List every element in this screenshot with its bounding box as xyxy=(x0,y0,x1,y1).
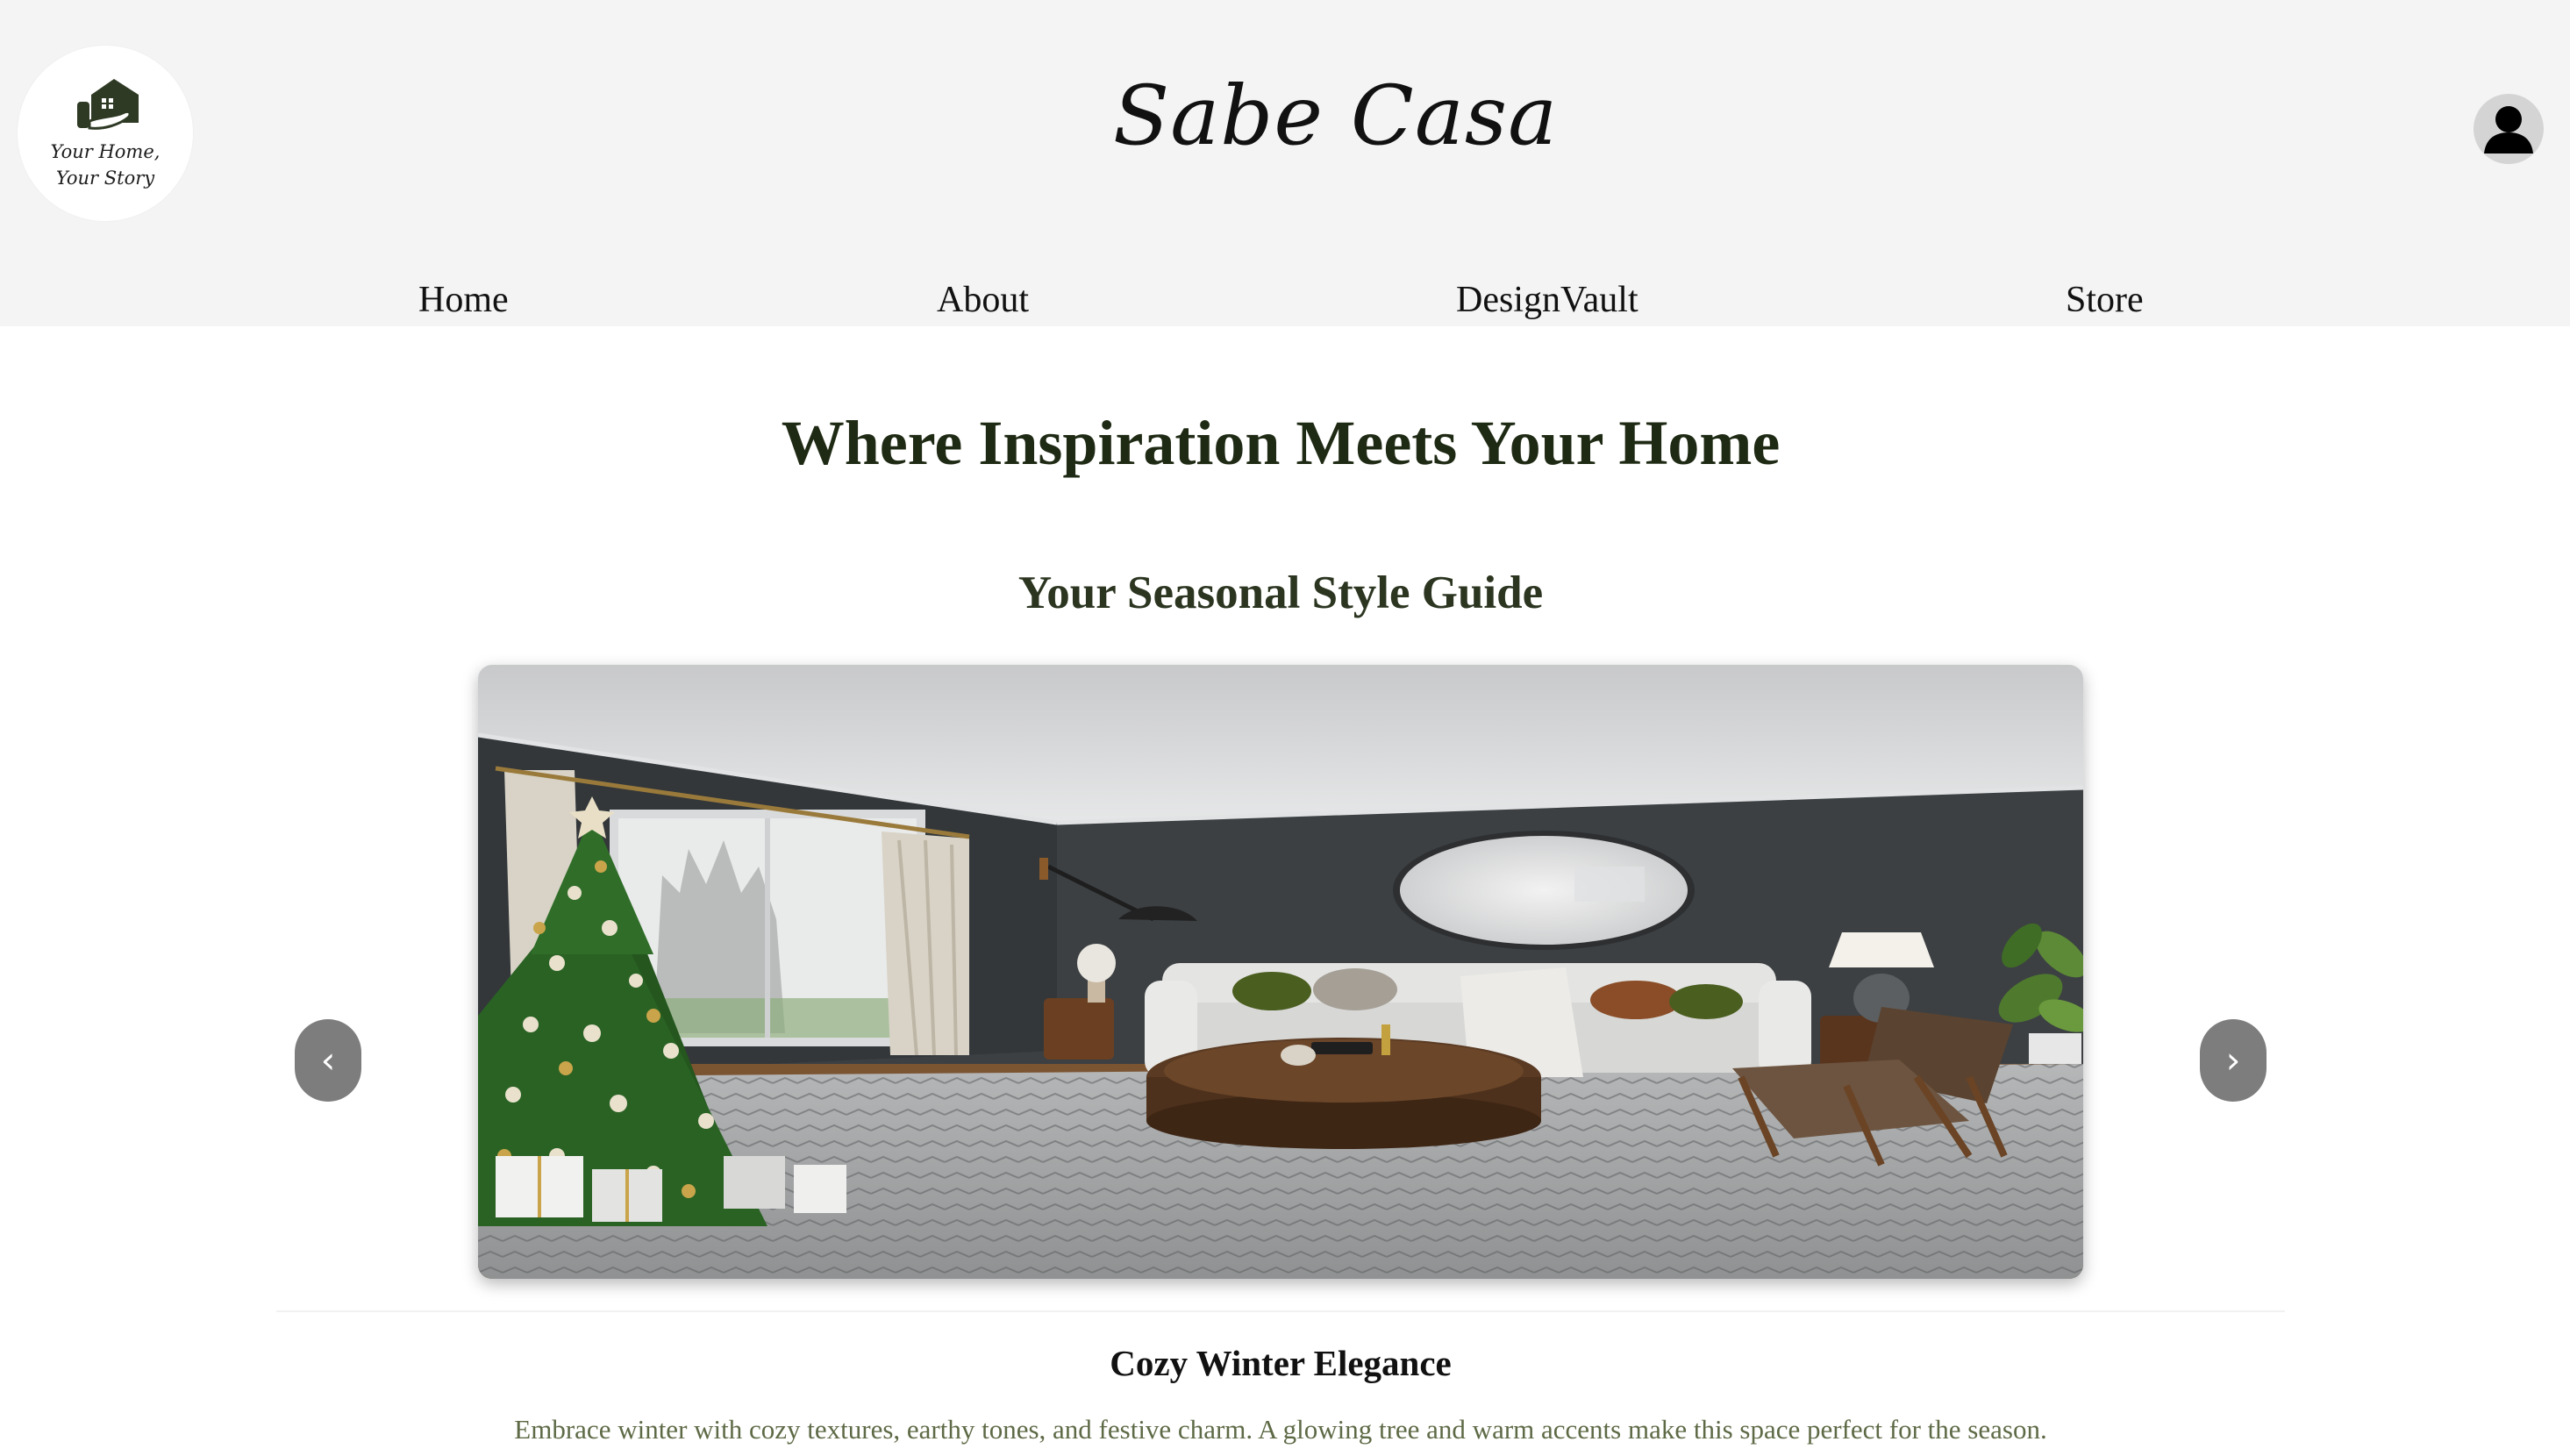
nav-item-store[interactable]: Store xyxy=(2066,279,2144,321)
living-room-illustration xyxy=(478,665,2083,1279)
site-header: Your Home, Your Story Sabe Casa Home Abo… xyxy=(0,0,2570,326)
caption-divider xyxy=(276,1310,2285,1312)
carousel-slide-image xyxy=(478,665,2083,1279)
nav-item-designvault[interactable]: DesignVault xyxy=(1456,279,1638,321)
page-heading: Where Inspiration Meets Your Home xyxy=(781,408,1781,478)
site-title: Sabe Casa xyxy=(1112,68,1559,164)
user-account-button[interactable] xyxy=(2474,94,2544,164)
logo-tagline-line2: Your Story xyxy=(55,168,155,189)
nav-item-about[interactable]: About xyxy=(937,279,1029,321)
section-heading: Your Seasonal Style Guide xyxy=(1017,567,1544,618)
nav-item-home[interactable]: Home xyxy=(418,279,509,321)
slide-title: Cozy Winter Elegance xyxy=(1110,1343,1452,1383)
user-avatar-icon xyxy=(2484,106,2533,153)
carousel-prev-button[interactable]: ‹ xyxy=(295,1019,361,1102)
slide-description: Embrace winter with cozy textures, earth… xyxy=(514,1414,2047,1445)
carousel-next-button[interactable]: › xyxy=(2200,1019,2267,1102)
main-nav: Home About DesignVault Store xyxy=(0,279,2570,326)
